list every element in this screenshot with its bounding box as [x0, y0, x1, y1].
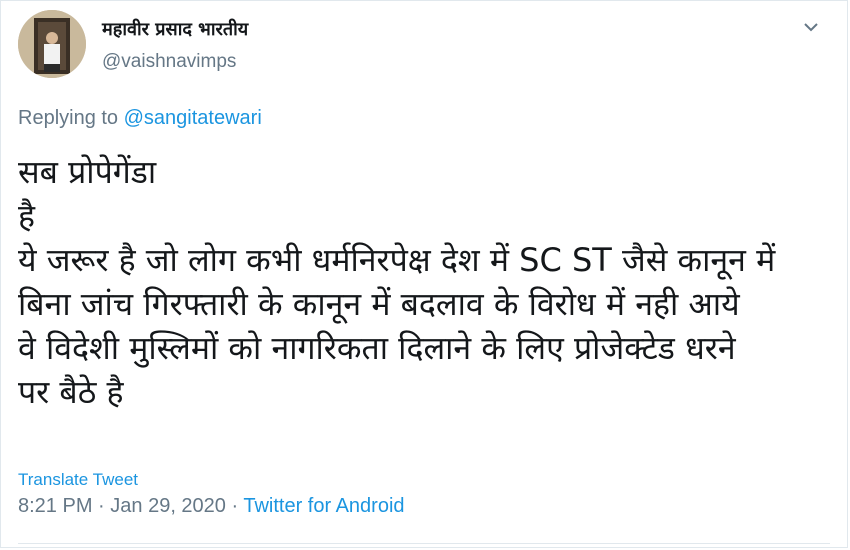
- tweet-text-line: वे विदेशी मुस्लिमों को नागरिकता दिलाने क…: [18, 329, 736, 367]
- avatar[interactable]: [18, 10, 86, 78]
- tweet-text-line: सब प्रोपेगेंडा: [18, 153, 157, 191]
- tweet-time[interactable]: 8:21 PM: [18, 495, 92, 517]
- avatar-image: [18, 10, 86, 78]
- translate-tweet-link[interactable]: Translate Tweet: [18, 470, 138, 490]
- tweet-text-line: पर बैठे है: [18, 373, 124, 411]
- tweet-text-line: है: [18, 197, 35, 235]
- tweet-source-link[interactable]: Twitter for Android: [243, 495, 404, 517]
- tweet-meta: 8:21 PM · Jan 29, 2020 · Twitter for And…: [18, 495, 405, 518]
- meta-separator: ·: [225, 495, 244, 517]
- tweet-text-line: ये जरूर है जो लोग कभी धर्मनिरपेक्ष देश म…: [18, 241, 776, 279]
- replying-prefix: Replying to: [18, 107, 119, 129]
- divider: [18, 543, 830, 544]
- replying-to-line: Replying to @sangitatewari: [18, 107, 262, 130]
- chevron-down-icon[interactable]: [802, 20, 820, 34]
- author-name[interactable]: महावीर प्रसाद भारतीय: [102, 17, 248, 41]
- replying-to-link[interactable]: @sangitatewari: [124, 107, 262, 129]
- tweet-date[interactable]: Jan 29, 2020: [110, 495, 226, 517]
- author-handle[interactable]: @vaishnavimps: [102, 51, 236, 73]
- tweet-text: सब प्रोपेगेंडा है ये जरूर है जो लोग कभी …: [18, 150, 838, 414]
- meta-separator: ·: [92, 495, 111, 517]
- tweet-text-line: बिना जांच गिरफ्तारी के कानून में बदलाव क…: [18, 285, 740, 323]
